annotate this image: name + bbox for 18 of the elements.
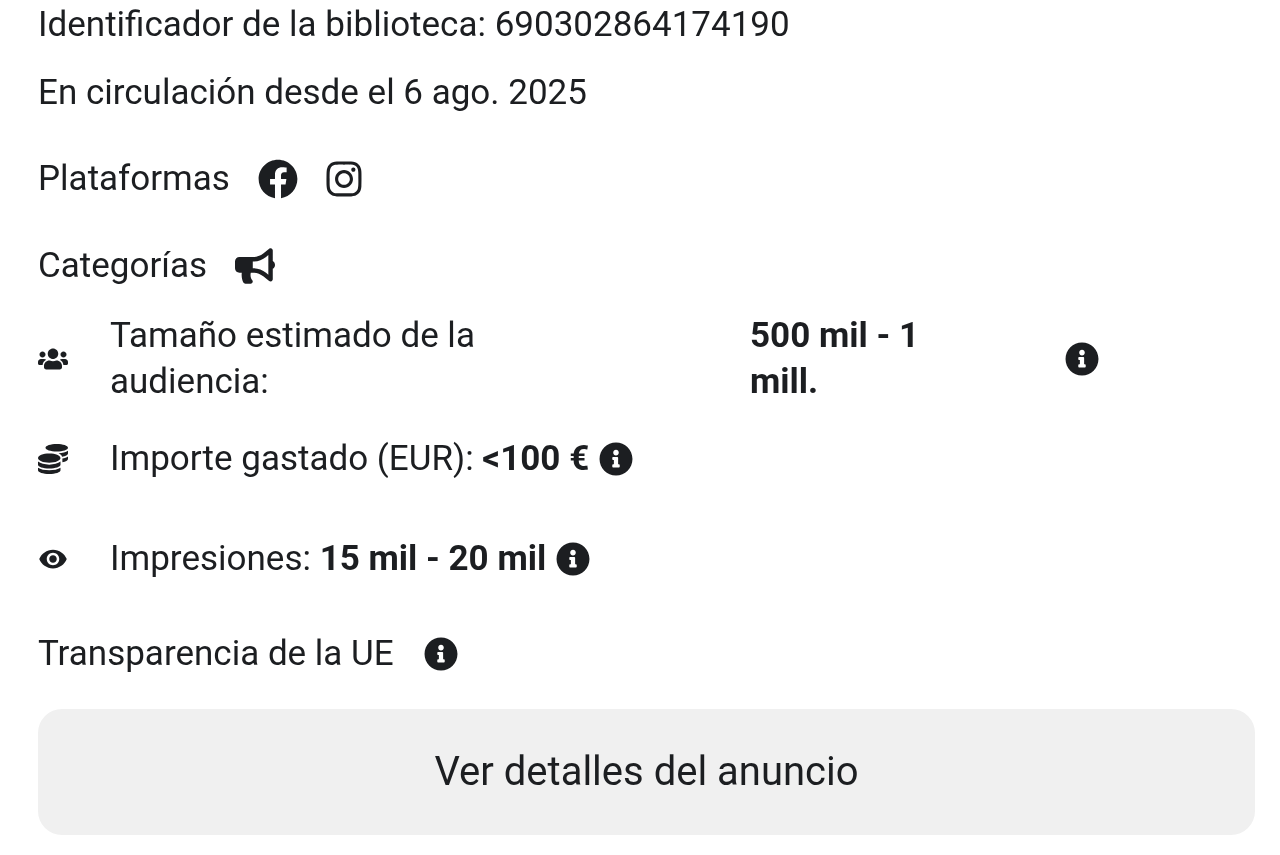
details-button[interactable]: Ver detalles del anuncio [38,709,1255,835]
metric-label: Tamaño estimado de la audiencia: [110,314,476,404]
metric-text: Impresiones: 15 mil - 20 mil [110,537,547,581]
megaphone-icon [235,245,276,286]
active-since: En circulación desde el 6 ago. 2025 [38,70,587,115]
info-icon[interactable] [556,542,591,576]
metric-value: 500 mil - 1 mill. [750,314,921,404]
metric-text: Importe gastado (EUR): <100 € [110,437,590,481]
library-id: Identificador de la biblioteca: 690302864174190 [38,3,790,47]
instagram-icon [323,158,364,199]
info-icon[interactable] [423,637,458,671]
platforms-label: Plataformas [38,156,230,201]
info-icon[interactable] [599,442,634,476]
coins-icon [38,444,68,474]
categories-label: Categorías [38,243,208,288]
info-icon[interactable] [1065,342,1099,376]
eu-transparency-label: Transparencia de la UE [38,632,394,676]
facebook-icon [257,158,298,199]
